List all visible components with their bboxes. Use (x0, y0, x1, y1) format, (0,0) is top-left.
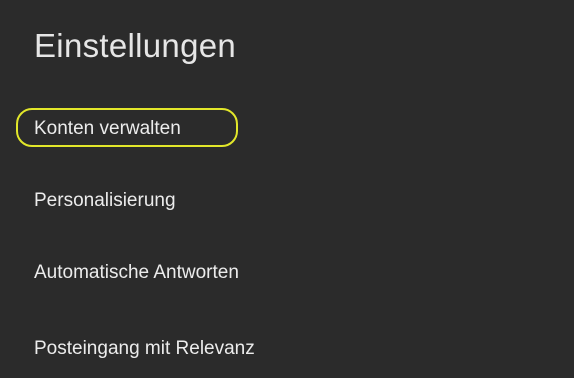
menu-item-automatische-antworten[interactable]: Automatische Antworten (34, 261, 239, 285)
settings-menu: Konten verwalten Personalisierung Automa… (0, 0, 574, 378)
menu-item-konten-verwalten[interactable]: Konten verwalten (34, 117, 181, 141)
menu-item-posteingang-mit-relevanz[interactable]: Posteingang mit Relevanz (34, 337, 255, 361)
menu-item-personalisierung[interactable]: Personalisierung (34, 189, 176, 213)
settings-panel: Einstellungen Konten verwalten Personali… (0, 0, 574, 378)
